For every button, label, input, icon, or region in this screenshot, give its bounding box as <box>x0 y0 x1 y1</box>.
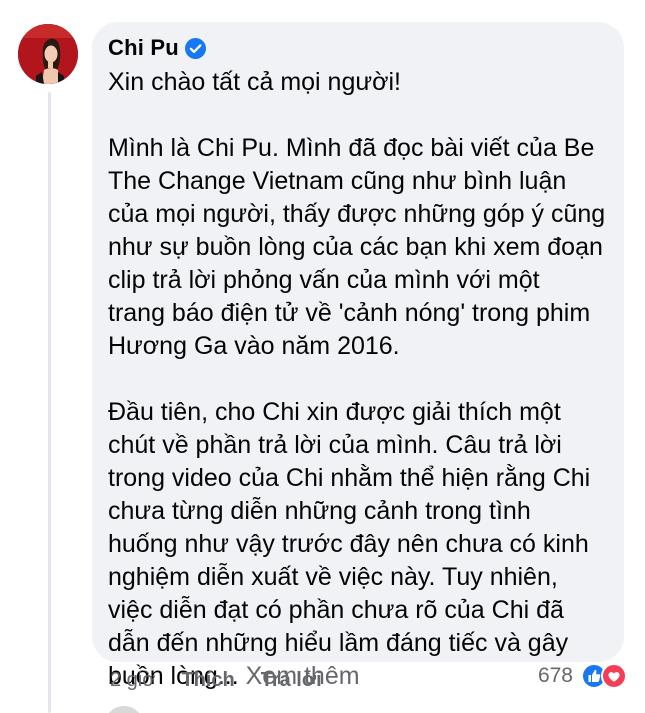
reaction-summary[interactable]: 678 <box>538 663 627 689</box>
text-line: chưa từng diễn những cảnh trong tình <box>108 497 531 525</box>
text-line: huống như vậy trước đây nên chưa có kinh <box>108 530 589 558</box>
comment-paragraph: Xin chào tất cả mọi người! <box>108 66 618 99</box>
author-avatar[interactable] <box>18 24 78 84</box>
text-line: Hương Ga vào năm 2016. <box>108 332 400 360</box>
text-line: Mình là Chi Pu. Mình đã đọc bài viết của… <box>108 134 595 162</box>
comment-bubble: Chi Pu Xin chào tất cả mọi người! Mình l… <box>92 22 624 690</box>
reply-button[interactable]: Trả lời <box>261 669 322 692</box>
thread-line <box>48 92 51 713</box>
text-line: trang báo điện tử về 'cảnh nóng' trong p… <box>108 299 591 327</box>
next-comment-avatar[interactable] <box>104 706 144 713</box>
text-line: Đầu tiên, cho Chi xin được giải thích mộ… <box>108 398 561 426</box>
comment-text: Xin chào tất cả mọi người! Mình là Chi P… <box>108 66 618 693</box>
text-line: như sự buồn lòng của các bạn khi xem đoạ… <box>108 233 603 261</box>
text-line: nghiệm diễn xuất về việc này. Tuy nhiên, <box>108 563 558 591</box>
love-reaction-icon <box>601 663 627 689</box>
text-line: trong video của Chi nhằm thể hiện rằng C… <box>108 464 591 492</box>
text-line: việc diễn đạt có phần chưa rõ của Chi đã <box>108 596 564 624</box>
reaction-count: 678 <box>537 664 573 687</box>
text-line: The Change Vietnam cũng như bình luận <box>108 167 567 195</box>
comment-thread: Chi Pu Xin chào tất cả mọi người! Mình l… <box>0 0 645 713</box>
text-line: Xin chào tất cả mọi người! <box>108 68 401 96</box>
author-name[interactable]: Chi Pu <box>108 35 179 61</box>
author-row: Chi Pu <box>108 34 624 62</box>
like-button[interactable]: Thích <box>181 669 234 692</box>
comment-timestamp[interactable]: 2 giờ <box>110 669 155 692</box>
text-line: dẫn đến những hiểu lầm đáng tiếc và gây <box>108 629 569 657</box>
text-line: chút về phần trả lời của mình. Câu trả l… <box>108 431 562 459</box>
text-line: của mọi người, thấy được những góp ý cũn… <box>108 200 606 228</box>
comment-paragraph: Đầu tiên, cho Chi xin được giải thích mộ… <box>108 396 618 693</box>
comment-paragraph: Mình là Chi Pu. Mình đã đọc bài viết của… <box>108 132 618 363</box>
verified-badge-icon <box>184 37 206 59</box>
text-line: clip trả lời phỏng vấn của mình với một <box>108 266 540 294</box>
